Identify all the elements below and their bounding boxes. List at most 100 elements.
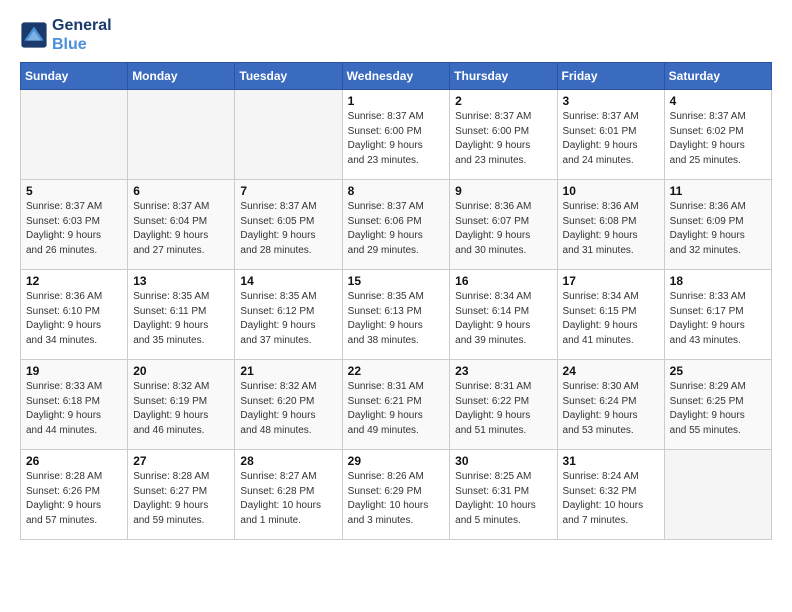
day-info: Sunrise: 8:26 AM Sunset: 6:29 PM Dayligh…: [348, 470, 445, 528]
header: General Blue: [20, 16, 772, 54]
day-info: Sunrise: 8:33 AM Sunset: 6:18 PM Dayligh…: [26, 380, 122, 438]
day-info: Sunrise: 8:31 AM Sunset: 6:22 PM Dayligh…: [455, 380, 551, 438]
day-info: Sunrise: 8:37 AM Sunset: 6:01 PM Dayligh…: [563, 110, 659, 168]
day-number: 22: [348, 364, 445, 378]
calendar-day-header: Monday: [128, 63, 235, 90]
day-info: Sunrise: 8:36 AM Sunset: 6:09 PM Dayligh…: [670, 200, 766, 258]
calendar-day-cell: 23 Sunrise: 8:31 AM Sunset: 6:22 PM Dayli…: [450, 360, 557, 450]
day-number: 21: [240, 364, 336, 378]
calendar-day-header: Friday: [557, 63, 664, 90]
day-number: 3: [563, 94, 659, 108]
calendar-day-cell: 22 Sunrise: 8:31 AM Sunset: 6:21 PM Dayli…: [342, 360, 450, 450]
day-number: 9: [455, 184, 551, 198]
calendar-day-cell: 12Sunrise: 8:36 AM Sunset: 6:10 PM Dayli…: [21, 270, 128, 360]
calendar-day-cell: 4 Sunrise: 8:37 AM Sunset: 6:02 PM Daylig…: [664, 90, 771, 180]
calendar-week-row: 1Sunrise: 8:37 AM Sunset: 6:00 PM Daylig…: [21, 90, 772, 180]
day-info: Sunrise: 8:36 AM Sunset: 6:08 PM Dayligh…: [563, 200, 659, 258]
day-info: Sunrise: 8:34 AM Sunset: 6:15 PM Dayligh…: [563, 290, 659, 348]
calendar-day-cell: [664, 450, 771, 540]
calendar-table: SundayMondayTuesdayWednesdayThursdayFrid…: [20, 62, 772, 540]
calendar-day-cell: 30Sunrise: 8:25 AM Sunset: 6:31 PM Dayli…: [450, 450, 557, 540]
day-number: 14: [240, 274, 336, 288]
calendar-day-cell: [21, 90, 128, 180]
day-number: 31: [563, 454, 659, 468]
calendar-day-cell: 6 Sunrise: 8:37 AM Sunset: 6:04 PM Daylig…: [128, 180, 235, 270]
day-number: 2: [455, 94, 551, 108]
calendar-week-row: 5Sunrise: 8:37 AM Sunset: 6:03 PM Daylig…: [21, 180, 772, 270]
logo-text: General Blue: [52, 16, 112, 54]
day-info: Sunrise: 8:32 AM Sunset: 6:19 PM Dayligh…: [133, 380, 229, 438]
calendar-day-cell: 14 Sunrise: 8:35 AM Sunset: 6:12 PM Dayli…: [235, 270, 342, 360]
calendar-day-header: Tuesday: [235, 63, 342, 90]
calendar-day-cell: 28 Sunrise: 8:27 AM Sunset: 6:28 PM Dayli…: [235, 450, 342, 540]
day-info: Sunrise: 8:37 AM Sunset: 6:02 PM Dayligh…: [670, 110, 766, 168]
calendar-week-row: 12Sunrise: 8:36 AM Sunset: 6:10 PM Dayli…: [21, 270, 772, 360]
day-info: Sunrise: 8:37 AM Sunset: 6:00 PM Dayligh…: [455, 110, 551, 168]
calendar-day-cell: 10Sunrise: 8:36 AM Sunset: 6:08 PM Dayli…: [557, 180, 664, 270]
day-number: 24: [563, 364, 659, 378]
day-number: 19: [26, 364, 122, 378]
day-number: 7: [240, 184, 336, 198]
day-info: Sunrise: 8:33 AM Sunset: 6:17 PM Dayligh…: [670, 290, 766, 348]
page-container: General Blue SundayMondayTuesdayWednesda…: [0, 0, 792, 556]
day-number: 26: [26, 454, 122, 468]
calendar-day-cell: 29 Sunrise: 8:26 AM Sunset: 6:29 PM Dayli…: [342, 450, 450, 540]
calendar-day-cell: 13Sunrise: 8:35 AM Sunset: 6:11 PM Dayli…: [128, 270, 235, 360]
calendar-day-header: Wednesday: [342, 63, 450, 90]
calendar-day-cell: 20Sunrise: 8:32 AM Sunset: 6:19 PM Dayli…: [128, 360, 235, 450]
day-number: 28: [240, 454, 336, 468]
calendar-day-cell: 18Sunrise: 8:33 AM Sunset: 6:17 PM Dayli…: [664, 270, 771, 360]
day-info: Sunrise: 8:37 AM Sunset: 6:04 PM Dayligh…: [133, 200, 229, 258]
day-info: Sunrise: 8:36 AM Sunset: 6:10 PM Dayligh…: [26, 290, 122, 348]
day-info: Sunrise: 8:35 AM Sunset: 6:13 PM Dayligh…: [348, 290, 445, 348]
calendar-day-cell: 31 Sunrise: 8:24 AM Sunset: 6:32 PM Dayli…: [557, 450, 664, 540]
calendar-day-header: Sunday: [21, 63, 128, 90]
day-info: Sunrise: 8:37 AM Sunset: 6:06 PM Dayligh…: [348, 200, 445, 258]
calendar-day-cell: 11 Sunrise: 8:36 AM Sunset: 6:09 PM Dayli…: [664, 180, 771, 270]
calendar-day-cell: 7Sunrise: 8:37 AM Sunset: 6:05 PM Daylig…: [235, 180, 342, 270]
calendar-day-header: Saturday: [664, 63, 771, 90]
day-number: 6: [133, 184, 229, 198]
day-number: 13: [133, 274, 229, 288]
calendar-day-header: Thursday: [450, 63, 557, 90]
calendar-day-cell: 15 Sunrise: 8:35 AM Sunset: 6:13 PM Dayli…: [342, 270, 450, 360]
day-info: Sunrise: 8:28 AM Sunset: 6:26 PM Dayligh…: [26, 470, 122, 528]
calendar-day-cell: 5Sunrise: 8:37 AM Sunset: 6:03 PM Daylig…: [21, 180, 128, 270]
day-info: Sunrise: 8:35 AM Sunset: 6:12 PM Dayligh…: [240, 290, 336, 348]
day-number: 15: [348, 274, 445, 288]
calendar-header-row: SundayMondayTuesdayWednesdayThursdayFrid…: [21, 63, 772, 90]
day-number: 25: [670, 364, 766, 378]
calendar-day-cell: 3 Sunrise: 8:37 AM Sunset: 6:01 PM Daylig…: [557, 90, 664, 180]
day-info: Sunrise: 8:25 AM Sunset: 6:31 PM Dayligh…: [455, 470, 551, 528]
day-number: 27: [133, 454, 229, 468]
calendar-day-cell: 25 Sunrise: 8:29 AM Sunset: 6:25 PM Dayli…: [664, 360, 771, 450]
day-number: 17: [563, 274, 659, 288]
calendar-day-cell: 26 Sunrise: 8:28 AM Sunset: 6:26 PM Dayli…: [21, 450, 128, 540]
day-info: Sunrise: 8:28 AM Sunset: 6:27 PM Dayligh…: [133, 470, 229, 528]
calendar-day-cell: 16Sunrise: 8:34 AM Sunset: 6:14 PM Dayli…: [450, 270, 557, 360]
calendar-day-cell: 8 Sunrise: 8:37 AM Sunset: 6:06 PM Daylig…: [342, 180, 450, 270]
calendar-day-cell: [128, 90, 235, 180]
day-number: 8: [348, 184, 445, 198]
day-info: Sunrise: 8:32 AM Sunset: 6:20 PM Dayligh…: [240, 380, 336, 438]
calendar-day-cell: [235, 90, 342, 180]
day-info: Sunrise: 8:27 AM Sunset: 6:28 PM Dayligh…: [240, 470, 336, 528]
calendar-day-cell: 24Sunrise: 8:30 AM Sunset: 6:24 PM Dayli…: [557, 360, 664, 450]
calendar-day-cell: 19 Sunrise: 8:33 AM Sunset: 6:18 PM Dayli…: [21, 360, 128, 450]
day-info: Sunrise: 8:36 AM Sunset: 6:07 PM Dayligh…: [455, 200, 551, 258]
day-number: 23: [455, 364, 551, 378]
logo: General Blue: [20, 16, 112, 54]
day-number: 4: [670, 94, 766, 108]
calendar-day-cell: 1Sunrise: 8:37 AM Sunset: 6:00 PM Daylig…: [342, 90, 450, 180]
day-info: Sunrise: 8:37 AM Sunset: 6:00 PM Dayligh…: [348, 110, 445, 168]
calendar-day-cell: 2 Sunrise: 8:37 AM Sunset: 6:00 PM Daylig…: [450, 90, 557, 180]
day-number: 16: [455, 274, 551, 288]
day-info: Sunrise: 8:31 AM Sunset: 6:21 PM Dayligh…: [348, 380, 445, 438]
calendar-day-cell: 17 Sunrise: 8:34 AM Sunset: 6:15 PM Dayli…: [557, 270, 664, 360]
day-number: 29: [348, 454, 445, 468]
day-info: Sunrise: 8:24 AM Sunset: 6:32 PM Dayligh…: [563, 470, 659, 528]
day-number: 11: [670, 184, 766, 198]
calendar-day-cell: 27 Sunrise: 8:28 AM Sunset: 6:27 PM Dayli…: [128, 450, 235, 540]
day-info: Sunrise: 8:29 AM Sunset: 6:25 PM Dayligh…: [670, 380, 766, 438]
calendar-day-cell: 21 Sunrise: 8:32 AM Sunset: 6:20 PM Dayli…: [235, 360, 342, 450]
